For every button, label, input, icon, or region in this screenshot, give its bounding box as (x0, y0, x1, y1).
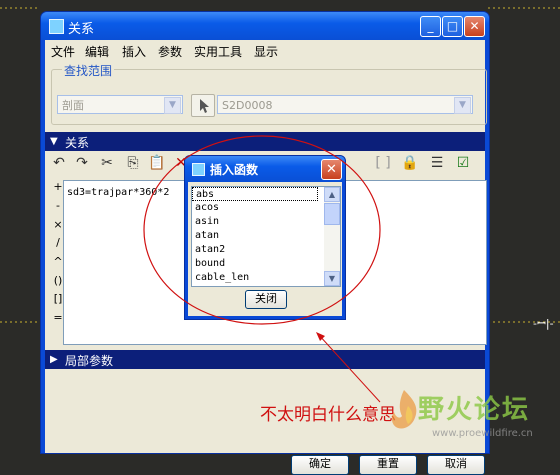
window-titlebar[interactable]: 关系 _ □ ✕ (41, 12, 489, 40)
insert-function-dialog: 插入函数 ✕ abs acos asin atan atan2 bound ca… (184, 155, 346, 320)
brackets-icon[interactable]: [ ] (373, 154, 393, 172)
menu-display[interactable]: 显示 (254, 43, 278, 60)
lock-icon[interactable]: 🔒 (400, 154, 420, 172)
verify-icon[interactable]: ☑ (453, 154, 473, 172)
dialog-close-button[interactable]: 关闭 (245, 290, 287, 309)
relations-section-label: 关系 (65, 136, 90, 150)
select-pointer-button[interactable] (191, 94, 215, 117)
menu-insert[interactable]: 插入 (122, 43, 146, 60)
collapse-triangle-icon: ▼ (50, 136, 58, 147)
scope-item-select[interactable]: S2D0008 ▼ (217, 95, 473, 114)
cursor-arrow-icon (200, 99, 209, 113)
window-title: 关系 (68, 22, 95, 37)
local-params-label: 局部参数 (65, 354, 114, 368)
annotation-text: 不太明白什么意思 (260, 405, 396, 425)
expand-triangle-icon: ▶ (50, 354, 58, 365)
list-item[interactable]: acos (192, 201, 318, 215)
close-window-button[interactable]: ✕ (464, 16, 485, 37)
list-item[interactable]: atan2 (192, 243, 318, 257)
list-item[interactable]: cable_len (192, 271, 318, 285)
list-item[interactable]: asin (192, 215, 318, 229)
menu-parameters[interactable]: 参数 (158, 43, 182, 60)
list-scrollbar[interactable]: ▲ ▼ (324, 187, 340, 286)
menu-utilities[interactable]: 实用工具 (194, 43, 242, 60)
scope-item-value: S2D0008 (222, 99, 273, 112)
local-params-header[interactable]: ▶ 局部参数 (45, 350, 485, 369)
app-icon (49, 19, 64, 34)
undo-icon[interactable]: ↶ (49, 154, 69, 172)
chevron-down-icon: ▼ (454, 97, 471, 114)
list-item[interactable]: bound (192, 257, 318, 271)
relation-text: sd3=trajpar*360*2 (67, 187, 170, 198)
copy-icon[interactable]: ⎘ (123, 154, 143, 172)
relations-section-header[interactable]: ▼ 关系 (45, 132, 485, 151)
redo-icon[interactable]: ↷ (72, 154, 92, 172)
dialog-title: 插入函数 (210, 163, 259, 177)
scroll-up-icon[interactable]: ▲ (324, 187, 340, 202)
dialog-titlebar[interactable]: 插入函数 ✕ (185, 156, 345, 182)
watermark-url: www.proewildfire.cn (432, 428, 533, 439)
watermark-text: 野火论坛 (418, 395, 531, 425)
paste-icon[interactable]: 📋 (147, 154, 167, 172)
dialog-client: abs acos asin atan atan2 bound cable_len… (188, 182, 342, 316)
chevron-down-icon: ▼ (164, 97, 181, 114)
sort-relations-icon[interactable]: ☰ (427, 154, 447, 172)
scope-type-value: 剖面 (62, 99, 84, 112)
menu-file[interactable]: 文件 (51, 43, 75, 60)
menubar: 文件 编辑 插入 参数 实用工具 显示 (45, 40, 485, 60)
dialog-close-x-button[interactable]: ✕ (321, 159, 342, 180)
dialog-app-icon (192, 163, 205, 176)
function-list[interactable]: abs acos asin atan atan2 bound cable_len… (191, 186, 341, 287)
scope-type-select[interactable]: 剖面 ▼ (57, 95, 183, 114)
scroll-thumb[interactable] (324, 203, 340, 225)
cut-icon[interactable]: ✂ (97, 154, 117, 172)
reset-button[interactable]: 重置 (359, 455, 417, 475)
list-item[interactable]: atan (192, 229, 318, 243)
search-scope-label: 查找范围 (62, 62, 115, 79)
svg-text:-ꟷ|-: -ꟷ|- (533, 317, 554, 330)
ok-button[interactable]: 确定 (291, 455, 349, 475)
list-item[interactable]: abs (192, 187, 318, 201)
menu-edit[interactable]: 编辑 (85, 43, 109, 60)
cancel-button[interactable]: 取消 (427, 455, 485, 475)
maximize-button[interactable]: □ (442, 16, 463, 37)
scroll-down-icon[interactable]: ▼ (324, 271, 340, 286)
minimize-button[interactable]: _ (420, 16, 441, 37)
